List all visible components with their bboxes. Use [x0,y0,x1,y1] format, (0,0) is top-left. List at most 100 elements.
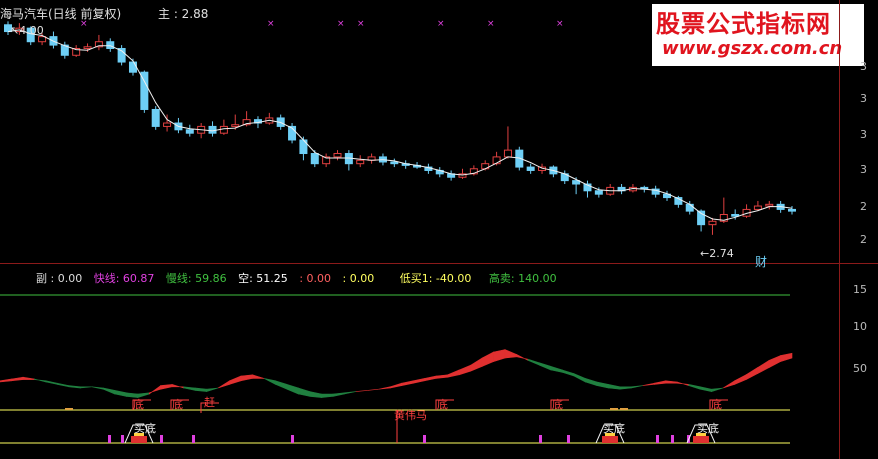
signal-mai-di: 买底 [603,422,625,435]
top-marker: × [487,19,495,29]
band-red [229,375,242,385]
candle-down [106,41,115,49]
price-axis-tick: 3 [860,128,867,141]
band-green [68,385,81,389]
main-indicator-label: 主 : 2.88 [158,7,209,21]
candle-up [765,203,774,207]
magenta-tick [108,435,111,443]
price-axis-tick: 3 [860,92,867,105]
band-green [286,383,299,395]
band-green [114,390,127,397]
band-red [252,374,265,379]
candle-up [38,36,47,43]
band-green [688,384,701,390]
pane-separator[interactable] [0,263,878,264]
kuai-value: 快线: 60.87 [93,272,155,285]
band-red [22,376,35,380]
signal-mai-di: 买底 [134,422,156,435]
chart-canvas[interactable]: × × × × × × × [0,0,878,459]
band-red [367,388,379,391]
buy-marker [602,436,618,443]
band-red [435,374,448,379]
band-green [585,377,598,387]
band-red [780,352,793,363]
band-green [194,387,207,392]
band-green [596,381,609,389]
price-axis-tick: 3 [860,163,867,176]
buy-marker [131,436,147,443]
band-red [768,355,781,369]
band-red [504,349,517,359]
signal-huang: 黄伟马 [394,409,427,422]
candle-down [390,161,399,165]
top-marker: × [357,19,365,29]
band-green [344,391,356,395]
small-tick [65,408,73,410]
signal-di: 底 [437,398,448,411]
band-green [619,386,632,390]
band-red [470,357,483,372]
candle-down [594,190,603,195]
band-red [401,380,414,386]
magenta-tick [192,435,195,443]
band-red [757,359,770,375]
signal-mai-di: 买底 [697,422,719,435]
candle-up [231,124,240,127]
band-red [447,369,460,378]
signal-di: 底 [133,398,144,411]
band-green [321,393,334,398]
magenta-tick [567,435,570,443]
man-value: 慢线: 59.86 [165,272,227,285]
candle-down [128,61,137,73]
candle-up [219,125,228,134]
band-green [275,380,288,390]
low-price-label: ←2.74 [700,247,734,260]
dimai-value: 低买1: -40.00 [399,272,472,285]
signal-zhao: 赶 [204,396,215,409]
band-red [493,349,506,363]
band-green [57,382,70,388]
band-red [148,385,161,395]
band-red [481,351,494,367]
band-red [11,376,24,382]
candle-up [83,46,92,49]
band-green [91,386,104,390]
signal-di: 底 [711,398,722,411]
signal-di: 底 [552,398,563,411]
band-green [631,385,643,389]
candle-down [788,208,796,212]
band-red [0,378,12,383]
band-red [734,374,747,385]
top-marker: × [556,19,564,29]
candle-down [685,203,694,212]
window-title: 海马汽车(日线 前复权) [0,7,122,21]
candle-down [208,125,217,134]
band-green [699,386,712,392]
band-red [722,380,735,389]
band-green [527,358,540,366]
kong-value: 空: 51.25 [238,272,288,285]
band-green [332,392,345,397]
band-red [665,380,678,384]
magenta-tick [121,435,124,443]
fu-value: 副 : 0.00 [36,272,83,285]
band-green [298,387,311,397]
band-green [45,380,58,385]
top-marker: × [337,19,345,29]
band-green [34,378,47,383]
band-green [263,378,276,385]
indicator-axis-tick: 15 [853,283,867,296]
candle-down [310,153,319,165]
candle-down [526,166,535,171]
magenta-tick [291,435,294,443]
band-red [458,364,471,376]
band-red [642,382,655,386]
band-red [424,375,437,382]
band-red [240,374,253,382]
top-marker: × [267,19,275,29]
high-price-label: ↖4.00 [10,24,44,37]
b-value: : 0.00 [342,272,375,285]
band-red [389,382,403,389]
finance-badge[interactable]: 财 [755,253,767,270]
top-marker: × [437,19,445,29]
